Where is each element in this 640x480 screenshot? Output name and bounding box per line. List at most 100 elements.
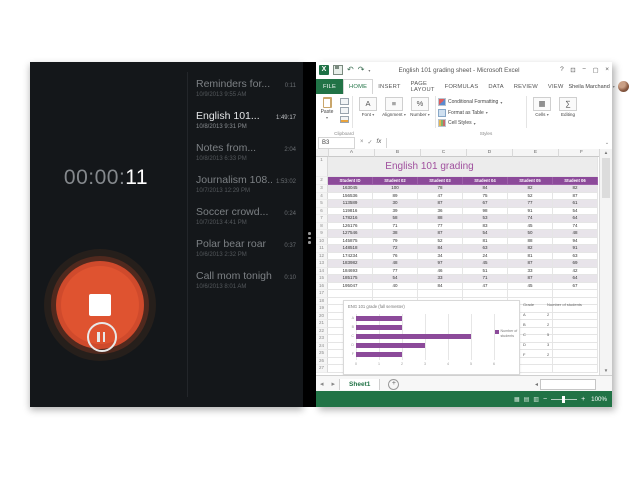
data-cell[interactable]: 77 [508,200,553,208]
row-number-14[interactable]: 14 [316,268,328,276]
recording-item[interactable]: Soccer crowd...0:2410/7/2013 4:41 PM [196,206,296,226]
normal-view-icon[interactable]: ▦ [514,396,520,403]
row-number-19[interactable]: 19 [316,305,328,313]
page-layout-view-icon[interactable]: ▤ [524,396,530,403]
font-group-button[interactable]: A Font ▾ [355,96,381,130]
summary-cell[interactable]: F [523,352,547,357]
data-cell[interactable]: 84 [418,283,463,291]
data-cell[interactable]: 78 [418,185,463,193]
data-cell[interactable]: 58 [373,215,418,223]
recording-item[interactable]: Call mom tonight0:1010/6/2013 8:01 AM [196,270,296,290]
enter-icon[interactable]: ✓ [368,139,373,146]
data-cell[interactable]: 50 [508,230,553,238]
data-cell[interactable]: 113589 [328,200,373,208]
stop-icon[interactable] [89,294,111,316]
data-cell[interactable]: 48 [373,260,418,268]
data-cell[interactable]: 45 [508,223,553,231]
data-cell[interactable]: 69 [553,260,598,268]
row-number-3[interactable]: 3 [316,185,328,193]
data-cell[interactable]: 45 [508,283,553,291]
data-cell[interactable]: 183982 [328,260,373,268]
scroll-down-icon[interactable]: ▼ [600,367,612,375]
data-cell[interactable]: 52 [508,193,553,201]
row-number-1[interactable]: 1 [316,157,328,177]
data-cell[interactable]: 127546 [328,230,373,238]
data-cell[interactable]: 87 [508,275,553,283]
data-cell[interactable]: 71 [373,223,418,231]
data-cell[interactable]: 36 [418,208,463,216]
close-icon[interactable]: × [605,66,609,74]
row-number-5[interactable]: 5 [316,200,328,208]
zoom-out-icon[interactable]: − [543,396,547,403]
data-cell[interactable]: 84 [463,185,508,193]
recording-item[interactable]: English 101...1:49:1710/8/2013 9:31 PM [196,110,296,130]
data-cell[interactable]: 119816 [328,208,373,216]
data-cell[interactable]: 74 [553,223,598,231]
data-cell[interactable]: 195047 [328,283,373,291]
row-number-18[interactable]: 18 [316,298,328,306]
recording-item[interactable]: Polar bear roar0:3710/6/2013 2:32 PM [196,238,296,258]
column-header-a[interactable]: A [329,149,375,157]
data-cell[interactable]: 87 [508,260,553,268]
customize-qat-icon[interactable]: ▾ [368,68,370,73]
tab-home[interactable]: HOME [343,79,373,94]
styles-item-cell-styles[interactable]: Cell Styles ▾ [438,118,524,129]
data-cell[interactable]: 33 [508,268,553,276]
insert-function-icon[interactable]: fx [377,139,382,146]
row-number-21[interactable]: 21 [316,320,328,328]
data-cell[interactable]: 77 [418,223,463,231]
tab-formulas[interactable]: FORMULAS [440,79,484,94]
table-header-cell[interactable]: Student 02 [373,177,418,185]
data-cell[interactable]: 45 [463,260,508,268]
snap-divider-handle-icon[interactable] [308,230,311,246]
ribbon-display-options-icon[interactable]: ⊡ [570,66,575,74]
snap-divider[interactable] [303,62,316,407]
account-area[interactable]: Sheila Marchand ▾ [569,79,631,94]
summary-cell[interactable]: 2 [547,322,549,327]
data-cell[interactable]: 91 [553,245,598,253]
paste-button[interactable]: Paste ▾ [316,96,338,130]
data-cell[interactable]: 88 [418,215,463,223]
column-header-d[interactable]: D [467,149,513,157]
styles-item-conditional-formatting[interactable]: Conditional Formatting ▾ [438,97,524,108]
format-painter-icon[interactable] [340,116,349,123]
recording-item[interactable]: Journalism 108...1:53:0210/7/2013 12:29 … [196,174,296,194]
redo-icon[interactable]: ↷ [358,65,365,75]
undo-icon[interactable]: ↶ [347,65,354,75]
next-sheet-icon[interactable]: ▸ [328,380,340,388]
zoom-slider[interactable] [551,399,577,400]
row-number-20[interactable]: 20 [316,313,328,321]
data-cell[interactable]: 81 [463,238,508,246]
page-break-view-icon[interactable]: ▥ [533,396,539,403]
data-cell[interactable]: 34 [418,253,463,261]
zoom-level[interactable]: 100% [591,396,607,403]
data-cell[interactable]: 178216 [328,215,373,223]
empty-cell[interactable] [418,290,463,298]
row-number-9[interactable]: 9 [316,230,328,238]
empty-cell[interactable] [373,290,418,298]
row-number-25[interactable]: 25 [316,350,328,358]
recording-item[interactable]: Reminders for...0:1110/9/2013 9:55 AM [196,78,296,98]
data-cell[interactable]: 83 [463,223,508,231]
row-number-10[interactable]: 10 [316,238,328,246]
data-cell[interactable]: 53 [463,215,508,223]
row-number-11[interactable]: 11 [316,245,328,253]
data-cell[interactable]: 38 [373,230,418,238]
tab-view[interactable]: VIEW [543,79,569,94]
data-cell[interactable]: 54 [553,208,598,216]
data-cell[interactable]: 87 [553,193,598,201]
data-cell[interactable]: 74 [508,215,553,223]
row-number-4[interactable]: 4 [316,193,328,201]
data-cell[interactable]: 67 [553,283,598,291]
data-cell[interactable]: 33 [418,275,463,283]
restore-icon[interactable]: ▢ [593,66,599,74]
zoom-in-icon[interactable]: + [581,396,585,403]
data-cell[interactable]: 163045 [328,185,373,193]
copy-icon[interactable] [340,107,349,114]
data-cell[interactable]: 145875 [328,238,373,246]
column-header-b[interactable]: B [375,149,421,157]
cells-button[interactable]: ▦ Cells ▾ [529,96,555,130]
data-cell[interactable]: 94 [553,238,598,246]
tab-review[interactable]: REVIEW [509,79,543,94]
summary-cell[interactable]: C [523,332,547,337]
